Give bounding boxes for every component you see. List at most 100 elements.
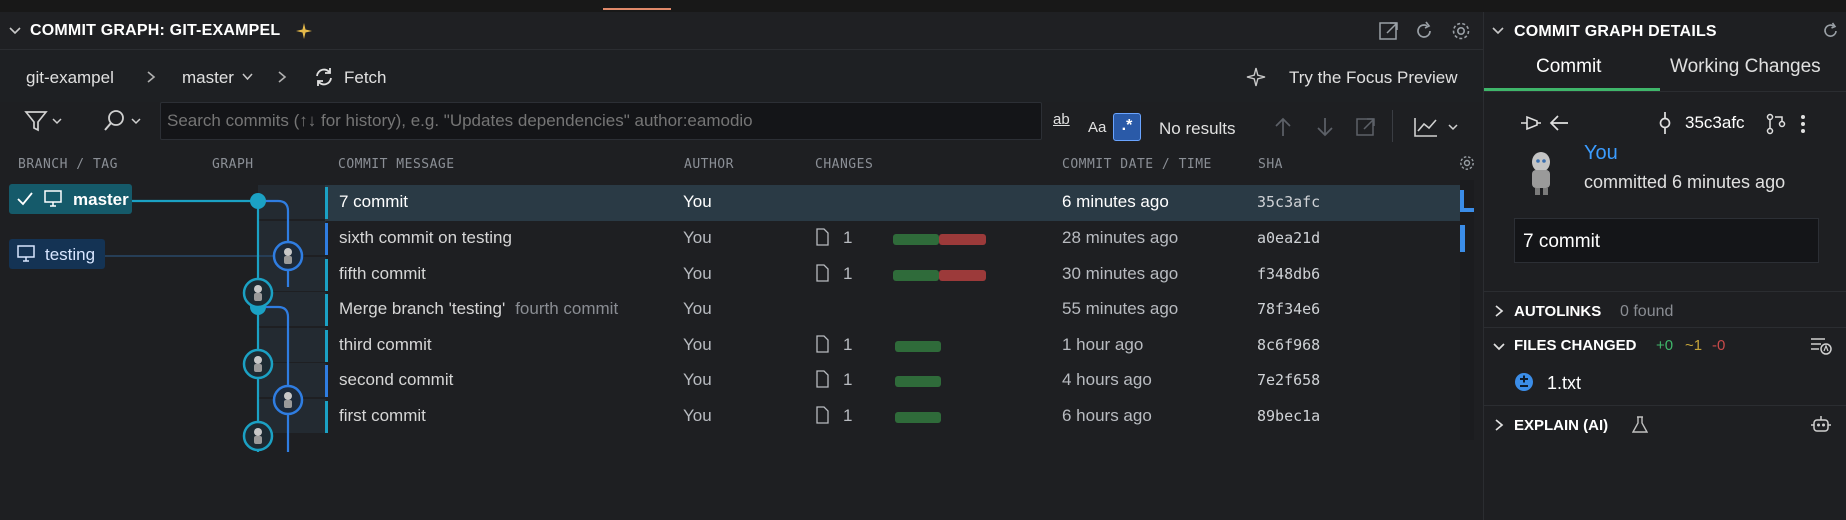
column-header-date[interactable]: COMMIT DATE / TIME — [1062, 157, 1212, 172]
scrollbar-minimap[interactable] — [1460, 180, 1474, 440]
view-options-icon[interactable] — [1810, 336, 1832, 356]
column-settings-gear-icon[interactable] — [1458, 154, 1476, 172]
commit-row[interactable]: sixth commit on testing You 1 28 minutes… — [325, 221, 1460, 257]
chevron-right-icon — [1494, 418, 1504, 432]
chart-icon[interactable] — [1413, 116, 1463, 138]
chevron-down-icon[interactable] — [1491, 24, 1505, 38]
open-external-icon[interactable] — [1378, 20, 1400, 42]
search-input[interactable] — [167, 108, 902, 134]
commit-row[interactable]: Merge branch 'testing' fourth commit You … — [325, 292, 1460, 328]
settings-gear-icon[interactable] — [1450, 20, 1472, 42]
commit-date: 4 hours ago — [1062, 370, 1152, 389]
commit-sha: a0ea21d — [1257, 229, 1321, 247]
commit-sha[interactable]: 35c3afc — [1685, 113, 1745, 133]
more-icon[interactable] — [1800, 113, 1806, 135]
file-icon — [815, 264, 830, 282]
column-header-branch[interactable]: BRANCH / TAG — [18, 157, 118, 172]
sparkle-icon[interactable] — [1245, 66, 1267, 88]
author-name[interactable]: You — [1584, 142, 1618, 165]
commit-graph-panel: COMMIT GRAPH: GIT-EXAMPEL git-exampel ma… — [0, 12, 1483, 520]
chevron-down-icon[interactable] — [242, 72, 253, 81]
tabs-divider — [1484, 91, 1846, 92]
match-whole-word-underline — [1052, 118, 1062, 122]
search-results-count: No results — [1159, 119, 1236, 138]
column-header-sha[interactable]: SHA — [1258, 157, 1283, 172]
files-count: 1 — [843, 370, 853, 389]
commit-row[interactable]: second commit You 1 4 hours ago 7e2f658 — [325, 363, 1460, 399]
added-stat-bar — [895, 376, 941, 387]
commit-sub-message: fourth commit — [515, 299, 619, 318]
commit-author: You — [683, 370, 712, 389]
commit-sha: 35c3afc — [1257, 193, 1321, 211]
sparkle-icon[interactable] — [295, 22, 313, 40]
commit-time: committed 6 minutes ago — [1584, 172, 1786, 192]
commit-date: 28 minutes ago — [1062, 228, 1179, 247]
arrow-down-icon[interactable] — [1315, 116, 1335, 138]
match-case-toggle[interactable]: Aa — [1088, 119, 1106, 136]
avatar — [1524, 150, 1560, 198]
commit-row[interactable]: 7 commit You 6 minutes ago 35c3afc — [325, 185, 1460, 221]
chevron-right-icon — [145, 70, 157, 84]
chevron-down-icon[interactable] — [8, 24, 22, 38]
commit-message: second commit — [339, 370, 454, 389]
commit-sha: 7e2f658 — [1257, 371, 1321, 389]
refresh-icon[interactable] — [1413, 20, 1435, 42]
column-header-message[interactable]: COMMIT MESSAGE — [338, 157, 455, 172]
commit-row[interactable]: third commit You 1 1 hour ago 8c6f968 — [325, 328, 1460, 364]
commit-row[interactable]: fifth commit You 1 30 minutes ago f348db… — [325, 257, 1460, 293]
explain-ai-label: EXPLAIN (AI) — [1514, 417, 1609, 434]
tab-working-changes[interactable]: Working Changes — [1670, 56, 1821, 78]
panel-title: COMMIT GRAPH: GIT-EXAMPEL — [30, 22, 281, 39]
added-stat-bar — [895, 341, 941, 352]
fetch-icon[interactable] — [312, 65, 336, 89]
files-count: 1 — [843, 228, 853, 247]
files-changed-section[interactable]: FILES CHANGED +0 ~1 -0 — [1484, 328, 1846, 362]
added-stat-bar — [895, 412, 941, 423]
commit-row[interactable]: first commit You 1 6 hours ago 89bec1a — [325, 399, 1460, 435]
explain-ai-section[interactable]: EXPLAIN (AI) — [1484, 406, 1846, 442]
commit-sha: 89bec1a — [1257, 407, 1321, 425]
fetch-button[interactable]: Fetch — [344, 68, 387, 88]
breadcrumb-branch[interactable]: master — [182, 68, 234, 88]
minimap-marker — [1460, 225, 1465, 252]
column-header-changes[interactable]: CHANGES — [815, 157, 873, 172]
added-stat-bar — [893, 234, 939, 245]
ai-assistant-icon[interactable] — [1810, 415, 1832, 435]
column-header-graph[interactable]: GRAPH — [212, 157, 254, 172]
open-in-view-icon[interactable] — [1355, 116, 1377, 138]
tab-commit[interactable]: Commit — [1536, 56, 1601, 78]
commit-message: fifth commit — [339, 264, 426, 283]
beaker-icon — [1632, 416, 1648, 434]
files-deleted-count: -0 — [1712, 337, 1726, 354]
commit-date: 30 minutes ago — [1062, 264, 1179, 283]
commit-date: 55 minutes ago — [1062, 299, 1179, 318]
focus-preview-link[interactable]: Try the Focus Preview — [1289, 68, 1457, 88]
details-title: COMMIT GRAPH DETAILS — [1514, 23, 1717, 40]
toolbar-divider — [1392, 110, 1393, 142]
regex-toggle[interactable]: .* — [1113, 113, 1141, 141]
file-icon — [815, 406, 830, 424]
commit-author: You — [683, 228, 712, 247]
added-stat-bar — [893, 270, 939, 281]
commit-author: You — [683, 264, 712, 283]
commit-date: 6 hours ago — [1062, 406, 1152, 425]
changed-file-item[interactable]: 1.txt — [1514, 370, 1814, 396]
search-icon[interactable] — [102, 108, 146, 134]
commit-message: 7 commit — [339, 192, 408, 211]
compare-icon[interactable] — [1765, 113, 1787, 135]
column-header-author[interactable]: AUTHOR — [684, 157, 734, 172]
commit-sha: f348db6 — [1257, 265, 1321, 283]
files-modified-count: ~1 — [1685, 337, 1703, 354]
commit-message: Merge branch 'testing' — [339, 299, 506, 318]
autolinks-section[interactable]: AUTOLINKS 0 found — [1484, 293, 1846, 327]
breadcrumb-repo[interactable]: git-exampel — [26, 68, 114, 88]
filter-icon[interactable] — [24, 108, 64, 134]
commit-node — [272, 240, 304, 272]
files-count: 1 — [843, 406, 853, 425]
pin-icon[interactable] — [1520, 113, 1542, 133]
commit-message: third commit — [339, 335, 432, 354]
arrow-up-icon[interactable] — [1273, 116, 1293, 138]
arrow-left-icon[interactable] — [1548, 113, 1570, 133]
refresh-icon[interactable] — [1821, 21, 1841, 41]
commit-message-box[interactable]: 7 commit — [1514, 218, 1819, 263]
